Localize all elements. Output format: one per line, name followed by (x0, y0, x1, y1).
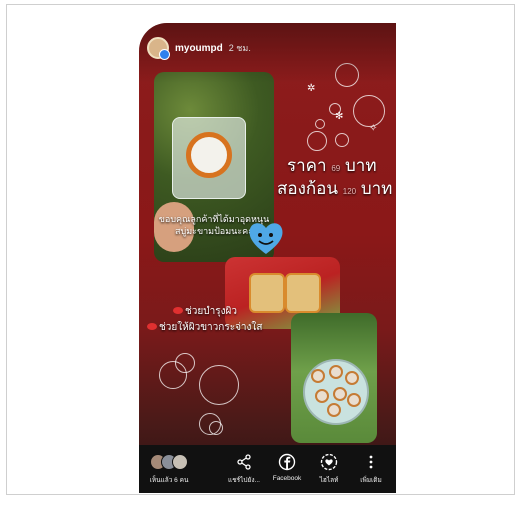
more-label: เพิ่มเติม (360, 477, 382, 484)
price-line2-unit: บาท (360, 179, 393, 198)
price-line1: ราคา (287, 156, 327, 175)
benefit-1-text: ช่วยบำรุงผิว (185, 306, 237, 317)
soap-tray (303, 359, 369, 425)
sparkle-icon: ✲ (307, 83, 316, 94)
soap-label (186, 132, 232, 178)
bubble-decoration (315, 119, 325, 129)
more-vertical-icon (351, 451, 391, 473)
viewer-avatars (145, 451, 193, 473)
share-label: แชร์ไปยัง... (228, 477, 260, 484)
highlight-button[interactable]: ไฮไลท์ (309, 451, 349, 485)
heart-face-sticker (246, 218, 286, 258)
price-line1-unit: บาท (344, 156, 377, 175)
viewers-label: เห็นแล้ว 6 คน (149, 477, 189, 484)
share-icon (222, 451, 266, 473)
facebook-icon (267, 451, 307, 473)
sparkle-icon: ✧ (369, 123, 378, 134)
benefit-2-text: ช่วยให้ผิวขาวกระจ่างใส (159, 322, 263, 333)
soap-tray-photo (291, 313, 377, 443)
sparkle-icon: ✻ (335, 111, 344, 122)
instagram-story[interactable]: myoumpd 2 ชม. ✲ ✻ ✧ ขอบคุณลูกค้าที่ได้มา… (139, 23, 396, 493)
price-line2: สองก้อน (277, 179, 339, 198)
share-button[interactable]: แชร์ไปยัง... (222, 451, 266, 485)
price-line1-amount: 69 (331, 164, 341, 173)
bubble-decoration (335, 133, 349, 147)
soap-bag (285, 273, 321, 313)
viewers-button[interactable]: เห็นแล้ว 6 คน (145, 451, 193, 485)
facebook-button[interactable]: Facebook (267, 451, 307, 482)
facebook-label: Facebook (272, 475, 302, 482)
more-button[interactable]: เพิ่มเติม (351, 451, 391, 485)
bubble-decoration (307, 131, 327, 151)
price-text: ราคา 69 บาท สองก้อน 120 บาท (277, 156, 393, 202)
soap-bag (249, 273, 285, 313)
bubble-decoration (209, 421, 223, 435)
price-line2-amount: 120 (342, 187, 357, 196)
benefit-1: ช่วยบำรุงผิว (173, 305, 237, 318)
story-bottom-bar: เห็นแล้ว 6 คน แชร์ไปยัง... Facebook ไฮไล… (139, 445, 396, 493)
highlight-icon (309, 451, 349, 473)
benefit-2: ช่วยให้ผิวขาวกระจ่างใส (147, 321, 262, 334)
bubble-decoration (175, 353, 195, 373)
username[interactable]: myoumpd (175, 43, 223, 54)
highlight-label: ไฮไลท์ (319, 477, 339, 484)
story-header: myoumpd 2 ชม. (147, 37, 251, 60)
story-time: 2 ชม. (228, 43, 251, 53)
bubble-decoration (335, 63, 359, 87)
profile-avatar[interactable] (147, 37, 170, 60)
bubble-decoration (199, 365, 239, 405)
